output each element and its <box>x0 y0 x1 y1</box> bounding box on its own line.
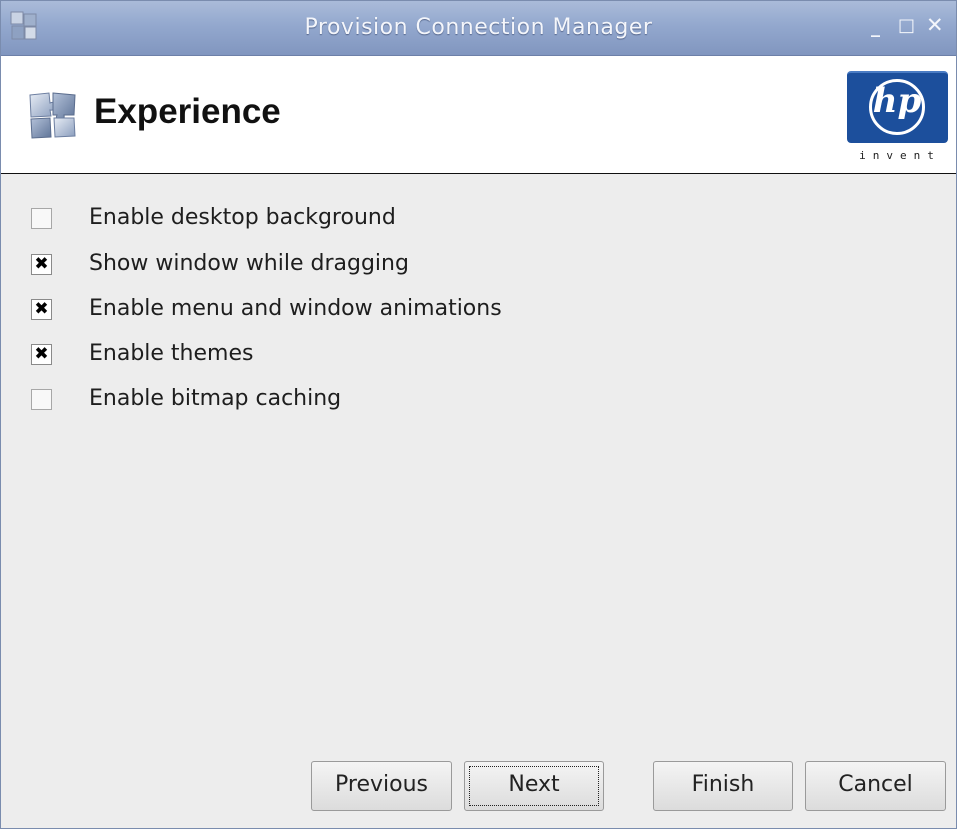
cancel-button[interactable]: Cancel <box>805 761 946 811</box>
puzzle-pieces-icon <box>29 92 76 139</box>
hp-logo-tagline: invent <box>859 149 941 162</box>
hp-logo-box: hp <box>847 71 948 143</box>
previous-button[interactable]: Previous <box>311 761 452 811</box>
option-label: Enable desktop background <box>89 205 396 230</box>
checkbox-enable-bitmap-caching[interactable] <box>31 389 52 410</box>
focus-ring <box>469 766 599 806</box>
checkbox-enable-themes[interactable]: ✖ <box>31 344 52 365</box>
option-label: Show window while dragging <box>89 251 409 276</box>
window-title: Provision Connection Manager <box>304 15 653 40</box>
option-show-window-while-dragging[interactable]: ✖ Show window while dragging <box>1 245 701 285</box>
maximize-button[interactable]: □ <box>898 15 915 36</box>
option-enable-desktop-background[interactable]: Enable desktop background <box>1 199 701 239</box>
checkbox-show-window-while-dragging[interactable]: ✖ <box>31 254 52 275</box>
next-button[interactable]: Next <box>464 761 604 811</box>
option-enable-menu-and-window-animations[interactable]: ✖ Enable menu and window animations <box>1 290 701 330</box>
page-header: Experience hp invent <box>1 56 956 174</box>
title-bar[interactable]: Provision Connection Manager _ □ ✕ <box>1 1 956 56</box>
hp-logo-mark: hp <box>872 81 922 121</box>
option-label: Enable menu and window animations <box>89 296 502 321</box>
finish-button[interactable]: Finish <box>653 761 793 811</box>
minimize-button[interactable]: _ <box>871 17 880 38</box>
option-enable-themes[interactable]: ✖ Enable themes <box>1 335 701 375</box>
option-label: Enable bitmap caching <box>89 386 342 411</box>
page-title: Experience <box>94 92 281 131</box>
checkbox-enable-menu-and-window-animations[interactable]: ✖ <box>31 299 52 320</box>
checkbox-enable-desktop-background[interactable] <box>31 208 52 229</box>
option-enable-bitmap-caching[interactable]: Enable bitmap caching <box>1 380 701 420</box>
hp-invent-logo: hp invent <box>845 71 955 167</box>
option-label: Enable themes <box>89 341 254 366</box>
provision-connection-manager-window: Provision Connection Manager _ □ ✕ Exper… <box>0 0 957 829</box>
close-button[interactable]: ✕ <box>926 13 944 37</box>
